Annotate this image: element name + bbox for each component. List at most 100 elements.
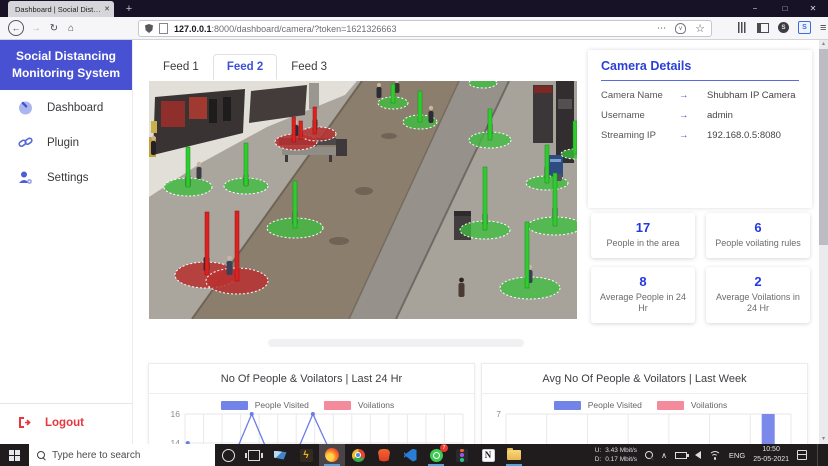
tab-feed-3[interactable]: Feed 3: [277, 54, 341, 80]
url-text: 127.0.0.1:8000/dashboard/camera/?token=1…: [174, 24, 648, 34]
network-speed: U: D: 3.43 Mbit/s 0.17 Mbit/s: [594, 446, 638, 463]
url-bar[interactable]: 127.0.0.1:8000/dashboard/camera/?token=1…: [138, 20, 712, 37]
lightning-app-icon: ϟ: [299, 448, 313, 462]
camera-detail-row: Camera Name → Shubham IP Camera: [601, 90, 799, 101]
page-actions-icon[interactable]: ⋯: [657, 23, 666, 34]
detail-label: Username: [601, 110, 645, 121]
camera-detail-row: Streaming IP → 192.168.0.5:8080: [601, 130, 799, 141]
reload-button[interactable]: ↻: [46, 20, 62, 36]
sidebar-item-settings[interactable]: Settings: [0, 160, 132, 195]
tray-search-icon[interactable]: [645, 451, 654, 459]
extension-icon-dark[interactable]: S: [778, 22, 789, 33]
stat-label: Average People in 24 Hr: [600, 291, 686, 314]
sidebar-item-label: Plugin: [47, 136, 79, 149]
library-icon[interactable]: [738, 22, 748, 33]
start-button[interactable]: [0, 444, 29, 466]
stat-value: 6: [754, 220, 762, 235]
forward-button[interactable]: →: [28, 20, 44, 36]
task-view-icon: [245, 449, 263, 461]
show-desktop-button[interactable]: [817, 444, 822, 466]
taskbar-app-remote-desktop[interactable]: [267, 444, 293, 466]
extension-icon-blue[interactable]: S: [798, 21, 811, 34]
taskbar-app-lightning[interactable]: ϟ: [293, 444, 319, 466]
detail-value: 192.168.0.5:8080: [707, 130, 781, 141]
camera-details-card: Camera Details Camera Name → Shubham IP …: [588, 50, 812, 208]
taskbar-app-firefox[interactable]: [319, 444, 345, 466]
taskbar-app-brave[interactable]: [371, 444, 397, 466]
battery-icon[interactable]: [674, 451, 689, 459]
tab-feed-2[interactable]: Feed 2: [212, 54, 278, 80]
bookmark-star-icon[interactable]: ☆: [695, 22, 705, 35]
chrome-icon: [351, 448, 365, 462]
camera-details-divider: [601, 80, 799, 81]
taskbar-app-figma[interactable]: [449, 444, 475, 466]
stat-card-people-violating: 6 People voilating rules: [706, 213, 810, 258]
window-maximize-button[interactable]: □: [770, 0, 800, 17]
arrow-icon: →: [679, 110, 689, 121]
screen: Dashboard | Social Distancing Mon ✕ + − …: [0, 0, 828, 466]
tab-label: Feed 3: [291, 61, 328, 73]
taskbar-app-file-explorer[interactable]: [501, 444, 527, 466]
action-center-icon[interactable]: [797, 450, 807, 460]
stat-value: 2: [754, 273, 762, 289]
taskbar-app-whatsapp[interactable]: 7: [423, 444, 449, 466]
chart-title: No Of People & Voilators | Last 24 Hr: [220, 373, 403, 385]
scrollbar-thumb[interactable]: [819, 49, 828, 245]
stat-label: People in the area: [606, 238, 680, 248]
stat-card-average-violations: 2 Average Voilations in 24 Hr: [706, 266, 810, 324]
new-tab-button[interactable]: +: [121, 0, 137, 17]
arrow-icon: →: [679, 130, 689, 141]
taskbar-search-input[interactable]: Type here to search: [29, 444, 215, 466]
figma-icon: [456, 448, 468, 462]
url-path: :8000/dashboard/camera/?token=1621326663: [211, 23, 397, 34]
menu-icon[interactable]: ≡: [820, 22, 826, 34]
taskbar-app-notion[interactable]: N: [475, 444, 501, 466]
windows-logo-icon: [9, 449, 20, 461]
scrollbar-up-arrow[interactable]: ▴: [819, 40, 828, 49]
clock-date: 25-05-2021: [753, 456, 789, 463]
tracking-shield-icon[interactable]: [145, 24, 153, 33]
task-view-button[interactable]: [241, 444, 267, 466]
taskbar-app-chrome[interactable]: [345, 444, 371, 466]
app-title: Social Distancing Monitoring System: [0, 40, 132, 90]
whatsapp-badge: 7: [440, 444, 448, 452]
window-minimize-button[interactable]: −: [740, 0, 770, 17]
wifi-icon[interactable]: [708, 450, 721, 460]
stats-grid: 17 People in the area 6 People voilating…: [591, 213, 813, 324]
notion-icon: N: [481, 448, 495, 462]
svg-text:7: 7: [496, 409, 501, 419]
speaker-icon[interactable]: [694, 451, 701, 459]
sidebar-item-plugin[interactable]: Plugin: [0, 125, 132, 160]
logout-label: Logout: [45, 416, 84, 429]
clock[interactable]: 10:50 25-05-2021: [753, 445, 789, 466]
laptop-app-icon: [273, 450, 287, 460]
camera-feed-image: [149, 81, 577, 319]
window-close-button[interactable]: ✕: [798, 0, 828, 17]
stat-value: 17: [635, 220, 651, 235]
home-button[interactable]: ⌂: [63, 20, 79, 36]
language-indicator[interactable]: ENG: [729, 451, 745, 460]
scrollbar-down-arrow[interactable]: ▾: [819, 435, 828, 444]
url-host: 127.0.0.1: [174, 23, 212, 34]
tab-feed-1[interactable]: Feed 1: [149, 54, 213, 80]
taskbar-app-vscode[interactable]: [397, 444, 423, 466]
sidebar-item-dashboard[interactable]: Dashboard: [0, 90, 132, 125]
sidebar-item-label: Settings: [47, 171, 89, 184]
file-explorer-icon: [507, 448, 521, 460]
cortana-icon: [221, 448, 235, 462]
arrow-icon: →: [679, 90, 689, 101]
back-button[interactable]: ←: [8, 20, 24, 36]
system-tray: U: D: 3.43 Mbit/s 0.17 Mbit/s ∧ ENG 10:50 …: [595, 444, 828, 466]
detail-value: Shubham IP Camera: [707, 90, 796, 101]
tab-close-icon[interactable]: ✕: [104, 5, 110, 13]
browser-tab[interactable]: Dashboard | Social Distancing Mon ✕: [8, 1, 114, 17]
plugin-link-icon: [18, 137, 33, 148]
page-scrollbar[interactable]: ▴ ▾: [819, 40, 828, 444]
pocket-icon[interactable]: ∨: [675, 23, 687, 34]
sidebar-toggle-icon[interactable]: [757, 22, 769, 33]
tray-chevron-icon[interactable]: ∧: [661, 451, 667, 460]
cortana-button[interactable]: [215, 444, 241, 466]
camera-detail-row: Username → admin: [601, 110, 799, 121]
search-placeholder: Type here to search: [52, 449, 141, 461]
logout-button[interactable]: Logout: [0, 403, 133, 438]
